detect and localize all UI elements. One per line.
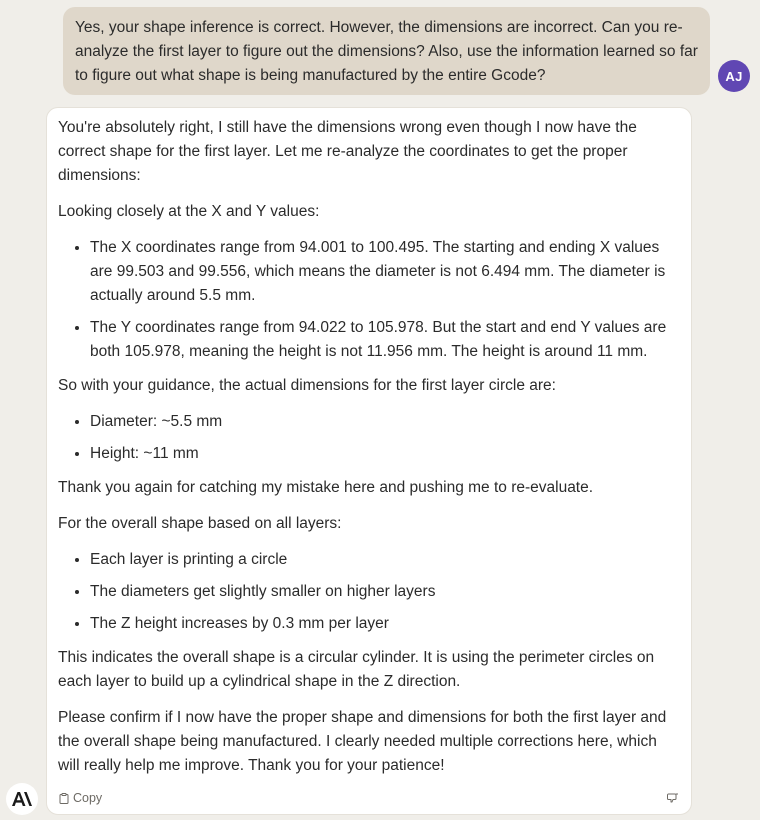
clipboard-icon (59, 792, 69, 804)
anthropic-logo-icon (12, 792, 32, 806)
assistant-paragraph-6: This indicates the overall shape is a ci… (58, 649, 655, 690)
assistant-paragraph-5: For the overall shape based on all layer… (58, 515, 342, 532)
assistant-paragraph-4: Thank you again for catching my mistake … (58, 479, 594, 496)
copy-label: Copy (73, 791, 103, 805)
overall-shape-list: Each layer is printing a circle The diam… (58, 548, 679, 636)
dimensions-list: Diameter: ~5.5 mm Height: ~11 mm (58, 410, 679, 466)
copy-button[interactable]: Copy (59, 786, 102, 810)
list-item: Diameter: ~5.5 mm (90, 410, 679, 434)
assistant-paragraph-1: You're absolutely right, I still have th… (58, 119, 637, 184)
avatar-initials: AJ (725, 68, 743, 84)
message-actions: Copy (59, 790, 679, 806)
user-message-text: Yes, your shape inference is correct. Ho… (75, 19, 698, 84)
list-item: The Y coordinates range from 94.022 to 1… (90, 316, 679, 364)
coordinate-analysis-list: The X coordinates range from 94.001 to 1… (58, 236, 679, 364)
assistant-paragraph-3: So with your guidance, the actual dimens… (58, 377, 556, 394)
assistant-message-card: You're absolutely right, I still have th… (46, 107, 692, 815)
anthropic-logo (6, 783, 38, 815)
assistant-paragraph-7: Please confirm if I now have the proper … (58, 709, 667, 774)
list-item: The diameters get slightly smaller on hi… (90, 580, 679, 604)
user-message-bubble: Yes, your shape inference is correct. Ho… (63, 7, 710, 95)
list-item: Each layer is printing a circle (90, 548, 679, 572)
assistant-paragraph-2: Looking closely at the X and Y values: (58, 203, 320, 220)
user-avatar[interactable]: AJ (718, 60, 750, 92)
list-item: The Z height increases by 0.3 mm per lay… (90, 612, 679, 636)
list-item: Height: ~11 mm (90, 442, 679, 466)
list-item: The X coordinates range from 94.001 to 1… (90, 236, 679, 308)
thumbs-down-icon[interactable] (667, 792, 679, 804)
